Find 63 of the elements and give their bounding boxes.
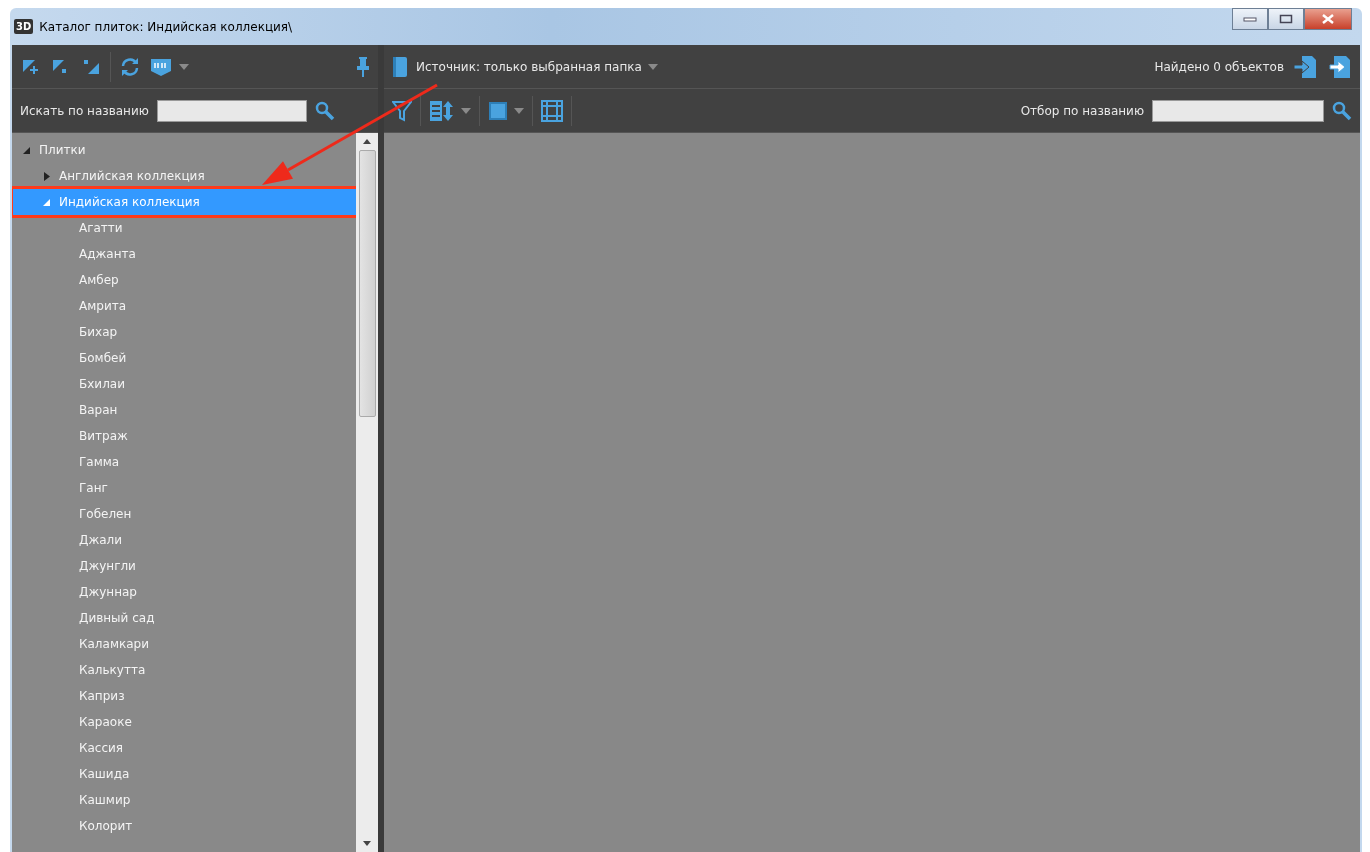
scrollbar[interactable] xyxy=(356,133,378,852)
search-icon[interactable] xyxy=(314,100,335,121)
filter-label: Отбор по названию xyxy=(1020,103,1144,118)
minimize-icon[interactable] xyxy=(1243,15,1257,23)
found-count: Найдено 0 объектов xyxy=(1154,59,1284,74)
search-icon[interactable] xyxy=(1332,100,1352,121)
filter-icon[interactable] xyxy=(392,99,412,122)
tree-folder-item[interactable]: Плитки xyxy=(12,137,356,163)
app-logo-icon: 3D xyxy=(14,19,34,34)
source-dropdown[interactable]: Источник: только выбранная папка xyxy=(416,59,642,74)
tree-item[interactable]: Бомбей xyxy=(12,345,356,371)
window-title: Каталог плиток: Индийская коллекция\ xyxy=(39,19,293,34)
tree-item[interactable]: Ганг xyxy=(12,475,356,501)
tree-item[interactable]: Каламкари xyxy=(12,631,356,657)
tree-item[interactable]: Агатти xyxy=(12,215,356,241)
tree-item[interactable]: Витраж xyxy=(12,423,356,449)
tree-item[interactable]: Джунгли xyxy=(12,553,356,579)
refresh-icon[interactable] xyxy=(119,55,141,78)
expanded-triangle-icon[interactable] xyxy=(22,145,31,155)
tree-item[interactable]: Варан xyxy=(12,397,356,423)
tree-item[interactable]: Джали xyxy=(12,527,356,553)
sort-icon[interactable] xyxy=(429,98,455,123)
scroll-up-icon[interactable] xyxy=(363,139,371,144)
close-button[interactable] xyxy=(1304,8,1352,30)
tree-item[interactable]: Кассия xyxy=(12,735,356,761)
tree-item[interactable]: Колорит xyxy=(12,813,356,839)
tree-item[interactable]: Бхилаи xyxy=(12,371,356,397)
tree-item[interactable]: Кашмир xyxy=(12,787,356,813)
square-view-icon[interactable] xyxy=(488,100,508,121)
grid-icon[interactable] xyxy=(541,99,563,122)
import-icon[interactable] xyxy=(1292,53,1318,80)
tree-item[interactable]: Кашида xyxy=(12,761,356,787)
dropdown-caret-icon[interactable] xyxy=(179,63,189,70)
dropdown-caret-icon[interactable] xyxy=(647,63,658,70)
minimize-button[interactable] xyxy=(1232,8,1268,30)
export-icon[interactable] xyxy=(1326,53,1352,80)
tree-item[interactable]: Амрита xyxy=(12,293,356,319)
search-field[interactable] xyxy=(156,99,307,122)
tree-folder-item[interactable]: Индийская коллекция xyxy=(12,189,356,215)
tree-item[interactable]: Гобелен xyxy=(12,501,356,527)
tree-item[interactable]: Караоке xyxy=(12,709,356,735)
tree-item[interactable]: Гамма xyxy=(12,449,356,475)
tree-item[interactable]: Амбер xyxy=(12,267,356,293)
close-icon[interactable] xyxy=(1321,14,1335,24)
document-icon xyxy=(392,55,408,78)
tree-item[interactable]: Бихар xyxy=(12,319,356,345)
pin-icon[interactable] xyxy=(356,55,370,78)
tree-folder-item[interactable]: Английская коллекция xyxy=(12,163,356,189)
expanded-triangle-icon[interactable] xyxy=(42,197,51,207)
scroll-down-icon[interactable] xyxy=(363,841,371,846)
dropdown-caret-icon[interactable] xyxy=(514,107,524,114)
maximize-button[interactable] xyxy=(1268,8,1304,30)
tree-item[interactable]: Джуннар xyxy=(12,579,356,605)
scrollbar-thumb[interactable] xyxy=(358,150,376,417)
tree-item[interactable]: Аджанта xyxy=(12,241,356,267)
filter-field[interactable] xyxy=(1152,99,1324,122)
collapsed-triangle-icon[interactable] xyxy=(42,171,51,181)
tree-item[interactable]: Дивный сад xyxy=(12,605,356,631)
search-label: Искать по названию xyxy=(20,103,149,118)
tree-item[interactable]: Каприз xyxy=(12,683,356,709)
tree-item[interactable]: Калькутта xyxy=(12,657,356,683)
maximize-icon[interactable] xyxy=(1279,14,1293,24)
dropdown-caret-icon[interactable] xyxy=(461,107,471,114)
